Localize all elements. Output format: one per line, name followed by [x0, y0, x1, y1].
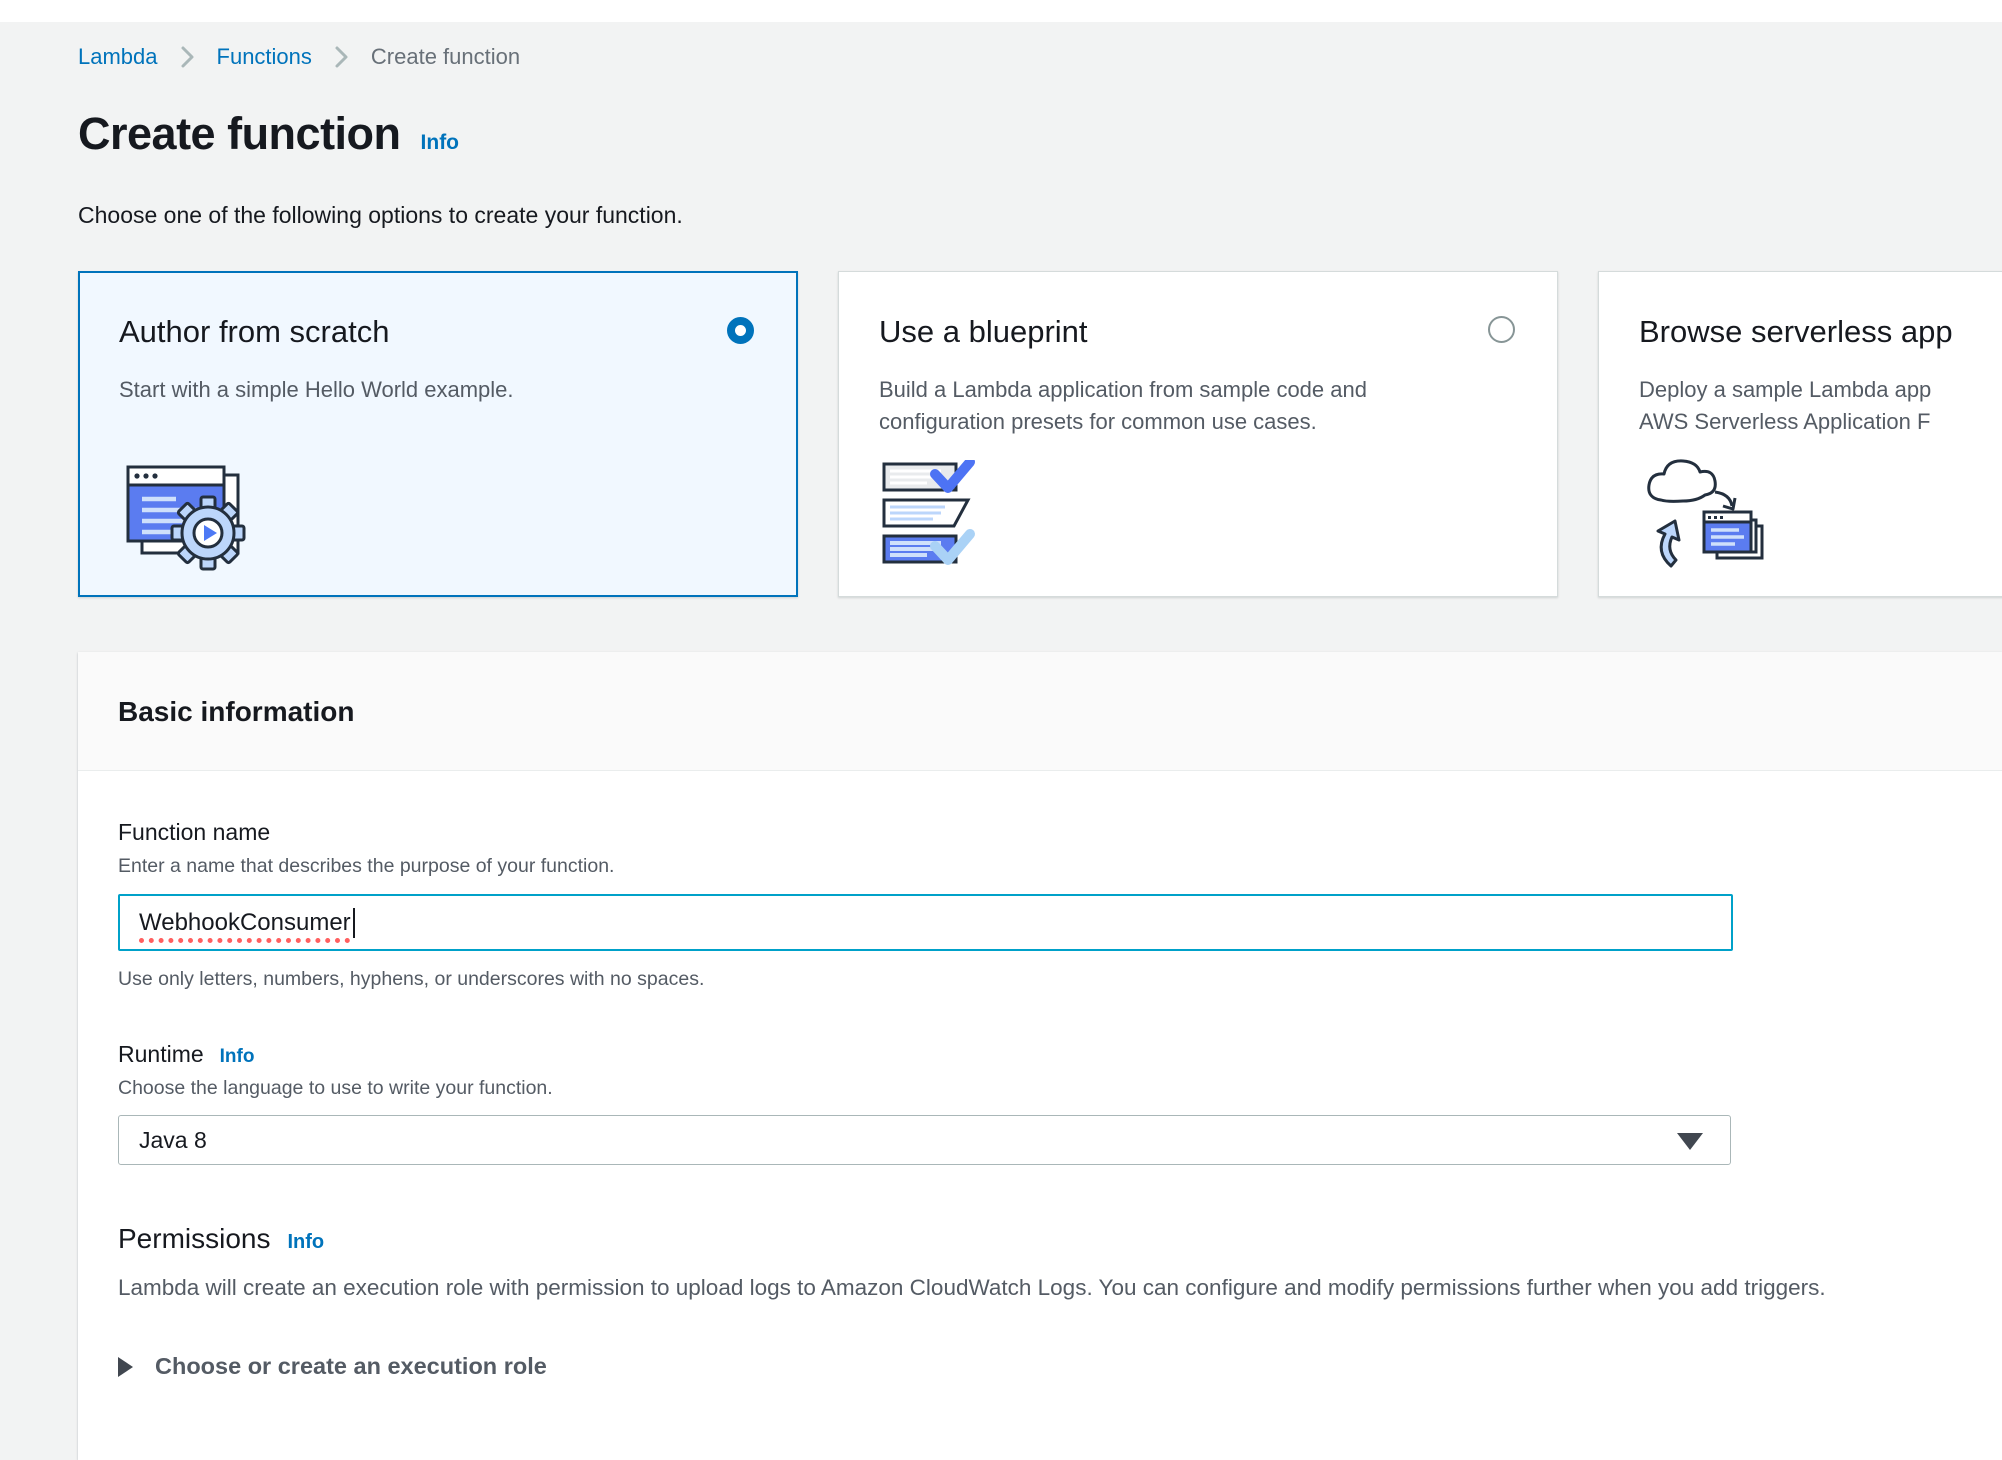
dropdown-arrow-icon — [1677, 1133, 1703, 1150]
function-name-input[interactable]: WebhookConsumer — [118, 894, 1733, 951]
breadcrumb-functions[interactable]: Functions — [217, 44, 312, 70]
card-description: Build a Lambda application from sample c… — [879, 374, 1517, 438]
panel-title: Basic information — [118, 696, 1962, 728]
function-name-value: WebhookConsumer — [139, 909, 351, 937]
execution-role-expander-label: Choose or create an execution role — [155, 1353, 547, 1380]
runtime-selected-option: Java 8 — [139, 1127, 207, 1154]
card-title: Use a blueprint — [879, 314, 1517, 350]
radio-selected-icon[interactable] — [727, 317, 754, 344]
runtime-info-link[interactable]: Info — [220, 1046, 255, 1068]
card-description: Deploy a sample Lambda app AWS Serverles… — [1639, 374, 2002, 438]
function-name-label: Function name — [118, 819, 1962, 846]
card-description-line1: Deploy a sample Lambda app — [1639, 377, 1931, 402]
creation-option-cards: Author from scratch Start with a simple … — [78, 271, 2002, 597]
author-from-scratch-icon — [120, 459, 255, 571]
radio-unselected-icon[interactable] — [1488, 316, 1515, 343]
permissions-section: Permissions Info Lambda will create an e… — [118, 1223, 1962, 1301]
chevron-right-icon — [180, 45, 195, 69]
blueprint-icon — [879, 460, 989, 572]
top-strip — [0, 0, 2002, 22]
breadcrumb: Lambda Functions Create function — [78, 44, 2002, 70]
runtime-field: Runtime Info Choose the language to use … — [118, 1041, 1962, 1165]
card-use-a-blueprint[interactable]: Use a blueprint Build a Lambda applicati… — [838, 271, 1558, 597]
function-name-constraint: Use only letters, numbers, hyphens, or u… — [118, 968, 1962, 991]
runtime-description: Choose the language to use to write your… — [118, 1077, 1962, 1100]
execution-role-expander[interactable]: Choose or create an execution role — [118, 1353, 1962, 1380]
card-description: Start with a simple Hello World example. — [119, 374, 757, 406]
runtime-select[interactable]: Java 8 — [118, 1115, 1731, 1165]
text-caret — [353, 908, 356, 938]
permissions-title: Permissions — [118, 1223, 270, 1255]
breadcrumb-current: Create function — [371, 44, 520, 70]
permissions-info-link[interactable]: Info — [287, 1231, 324, 1254]
runtime-label: Runtime — [118, 1041, 204, 1068]
card-browse-serverless-app-repository[interactable]: Browse serverless app Deploy a sample La… — [1598, 271, 2002, 597]
page-title: Create function — [78, 108, 401, 160]
function-name-description: Enter a name that describes the purpose … — [118, 855, 1962, 878]
breadcrumb-lambda[interactable]: Lambda — [78, 44, 158, 70]
basic-information-panel: Basic information Function name Enter a … — [78, 652, 2002, 1460]
card-title: Browse serverless app — [1639, 314, 2002, 350]
permissions-description: Lambda will create an execution role wit… — [118, 1275, 1962, 1301]
expand-triangle-icon — [118, 1357, 133, 1377]
title-info-link[interactable]: Info — [421, 131, 459, 155]
card-description-line2: AWS Serverless Application F — [1639, 409, 1930, 434]
chevron-right-icon — [334, 45, 349, 69]
card-title: Author from scratch — [119, 314, 757, 350]
panel-body: Function name Enter a name that describe… — [78, 771, 2002, 1460]
function-name-field: Function name Enter a name that describe… — [118, 819, 1962, 991]
serverless-app-repository-icon — [1639, 454, 1774, 572]
create-function-page: Lambda Functions Create function Create … — [0, 44, 2002, 1460]
intro-text: Choose one of the following options to c… — [78, 202, 2002, 229]
card-author-from-scratch[interactable]: Author from scratch Start with a simple … — [78, 271, 798, 597]
panel-header: Basic information — [78, 652, 2002, 771]
